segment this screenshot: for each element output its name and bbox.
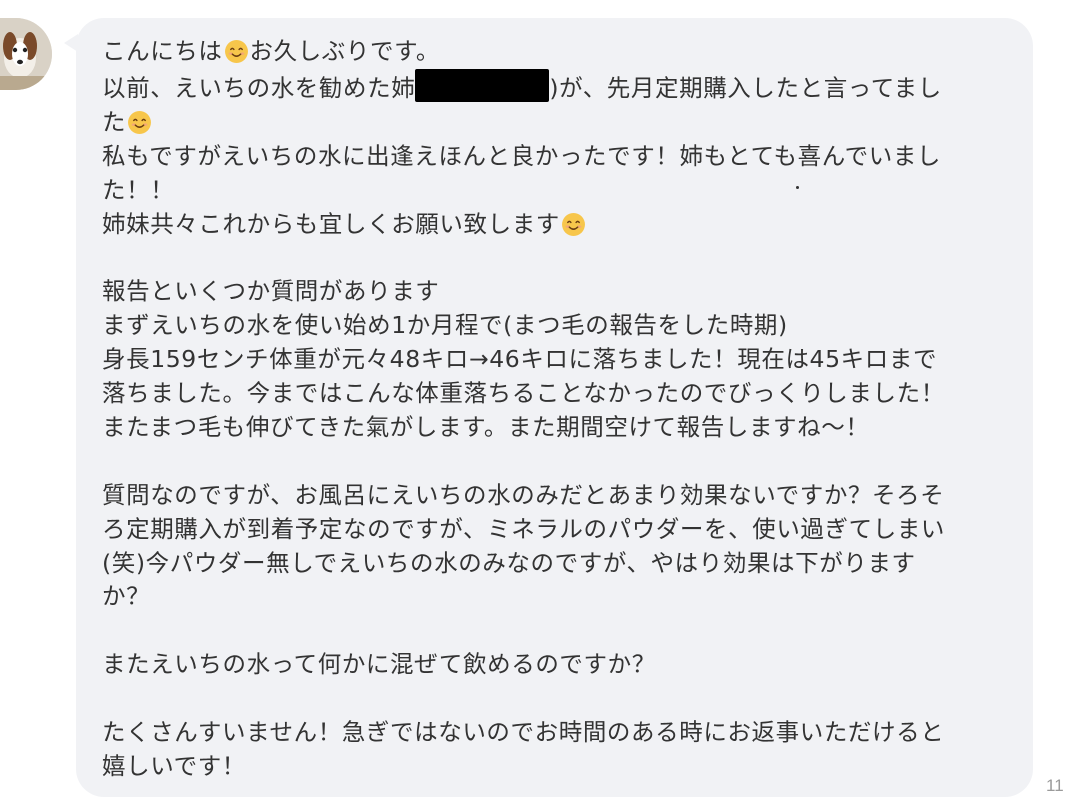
message-line: た！！: [102, 174, 1009, 208]
smiling-face-emoji-icon: [128, 110, 152, 134]
message-line: [102, 682, 1009, 716]
message-line: [102, 445, 1009, 479]
message-line: こんにちは お久しぶりです。: [102, 35, 1009, 69]
message-line: た: [102, 106, 1009, 140]
message-line: か？: [102, 580, 1009, 614]
message-text-segment: た！！: [102, 175, 175, 204]
message-text-segment: ろ定期購入が到着予定なのですが、ミネラルのパウダーを、使い過ぎてしまい: [102, 514, 946, 543]
sender-avatar[interactable]: [0, 18, 52, 90]
message-text-segment: 以前、えいちの水を勧めた姉: [102, 73, 416, 102]
message-line: ろ定期購入が到着予定なのですが、ミネラルのパウダーを、使い過ぎてしまい: [102, 513, 1009, 547]
message-text-segment: 姉妹共々これからも宜しくお願い致します: [102, 209, 560, 238]
message-text-segment: たくさんすいません！急ぎではないのでお時間のある時にお返事いただけると: [102, 718, 945, 747]
message-text-segment: まずえいちの水を使い始め1か月程で(まつ毛の報告をした時期): [102, 311, 788, 340]
message-line: まずえいちの水を使い始め1か月程で(まつ毛の報告をした時期): [102, 309, 1009, 343]
message-text: こんにちは お久しぶりです。以前、えいちの水を勧めた姉 )が、先月定期購入したと言っ…: [102, 35, 1009, 784]
message-line: 質問なのですが、お風呂にえいちの水のみだとあまり効果ないですか？そろそ: [102, 479, 1009, 513]
message-text-segment: 嬉しいです！: [102, 751, 246, 780]
message-text-segment: 報告といくつか質問があります: [102, 277, 440, 306]
dog-photo-avatar-icon: [0, 18, 52, 90]
message-text-segment: (笑)今パウダー無しでえいちの水のみなのですが、やはり効果は下がります: [102, 548, 916, 577]
message-text-segment: お久しぶりです。: [249, 37, 440, 65]
message-timestamp: 11: [1046, 776, 1064, 795]
message-text-segment: 落ちました。今まではこんな体重落ちることなかったのでびっくりしました！: [102, 379, 945, 408]
message-line: 報告といくつか質問があります: [102, 275, 1009, 309]
message-line: 落ちました。今まではこんな体重落ちることなかったのでびっくりしました！: [102, 377, 1009, 411]
message-bubble[interactable]: こんにちは お久しぶりです。以前、えいちの水を勧めた姉 )が、先月定期購入したと言っ…: [76, 18, 1033, 797]
message-text-segment: か？: [102, 582, 151, 611]
message-line: またまつ毛も伸びてきた氣がします。また期間空けて報告しますね〜！: [102, 411, 1009, 445]
message-line: 嬉しいです！: [102, 750, 1009, 784]
message-line: 姉妹共々これからも宜しくお願い致します: [102, 208, 1009, 242]
smiling-face-emoji-icon: [561, 212, 585, 236]
message-text-segment: またまつ毛も伸びてきた氣がします。また期間空けて報告しますね〜！: [102, 412, 870, 441]
redacted-name-bar: [415, 68, 550, 102]
smiling-face-emoji-icon: [224, 40, 248, 63]
chat-message-row: こんにちは お久しぶりです。以前、えいちの水を勧めた姉 )が、先月定期購入したと言っ…: [0, 0, 1067, 807]
message-text-segment: 私もですがえいちの水に出逢えほんと良かったです！姉もとても喜んでいまし: [102, 141, 942, 170]
message-text-segment: )が、先月定期購入したと言ってまし: [549, 73, 942, 102]
message-line: 以前、えいちの水を勧めた姉 )が、先月定期購入したと言ってまし: [102, 68, 1009, 106]
message-line: 身長159センチ体重が元々48キロ→46キロに落ちました！現在は45キロまで: [102, 343, 1009, 377]
message-text-segment: 質問なのですが、お風呂にえいちの水のみだとあまり効果ないですか？そろそ: [102, 480, 945, 509]
message-text-segment: 身長159センチ体重が元々48キロ→46キロに落ちました！現在は45キロまで: [102, 345, 938, 374]
message-line: [102, 241, 1009, 275]
message-line: (笑)今パウダー無しでえいちの水のみなのですが、やはり効果は下がります: [102, 547, 1009, 581]
message-line: [102, 614, 1009, 648]
stray-dot: [796, 186, 799, 189]
message-line: たくさんすいません！急ぎではないのでお時間のある時にお返事いただけると: [102, 716, 1009, 750]
message-line: またえいちの水って何かに混ぜて飲めるのですか？: [102, 648, 1009, 682]
message-text-segment: た: [102, 107, 127, 136]
message-text-segment: またえいちの水って何かに混ぜて飲めるのですか？: [102, 650, 656, 679]
message-text-segment: こんにちは: [102, 37, 223, 65]
message-line: 私もですがえいちの水に出逢えほんと良かったです！姉もとても喜んでいまし: [102, 140, 1009, 174]
